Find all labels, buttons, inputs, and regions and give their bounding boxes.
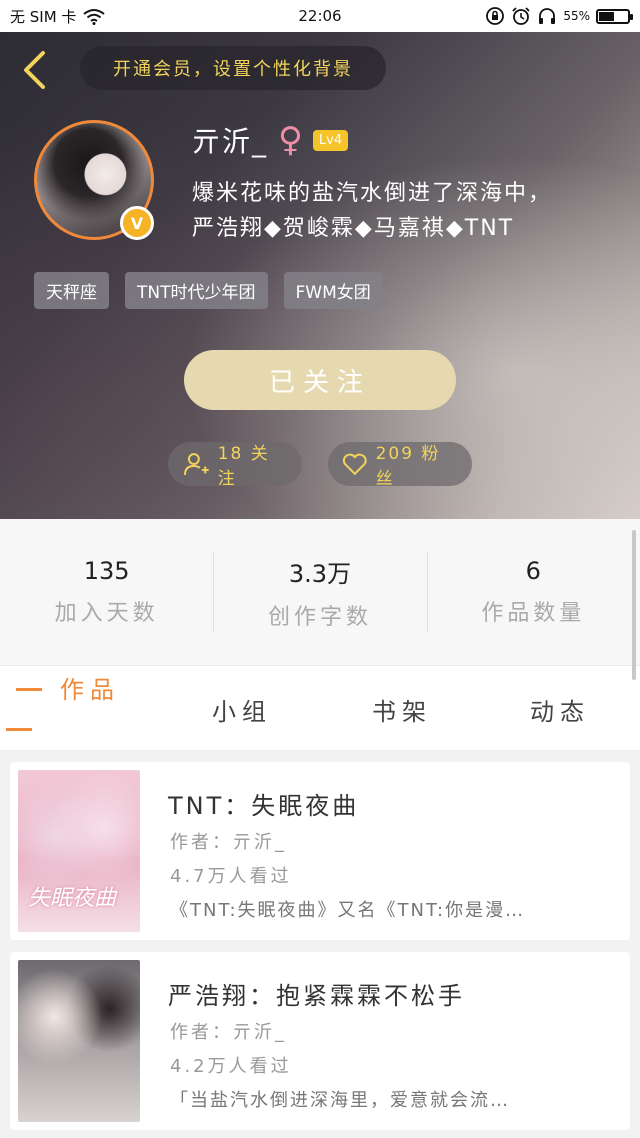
following-count: 18 关注 [217, 444, 270, 489]
battery-fill [599, 11, 615, 21]
bio: 爆米花味的盐汽水倒进了深海中， 严浩翔◆贺峻霖◆马嘉祺◆TNT [192, 176, 612, 246]
tab-bar: 作品 小组 书架 动态 [0, 665, 640, 751]
tab-works[interactable]: 作品 [60, 670, 120, 705]
work-views: 4.7万人看过 [170, 866, 292, 887]
following-button[interactable]: 18 关注 [168, 442, 302, 489]
stats-panel: 135 加入天数 3.3万 创作字数 6 作品数量 [0, 519, 640, 665]
heart-icon [342, 453, 367, 476]
vip-banner[interactable]: 开通会员，设置个性化背景 [80, 46, 386, 90]
work-title[interactable]: 严浩翔：抱紧霖霖不松手 [168, 976, 465, 1011]
verified-badge: V [120, 206, 154, 240]
stat-value: 6 [525, 557, 541, 585]
fans-count: 209 粉丝 [375, 444, 441, 489]
tab-indicator [16, 688, 42, 691]
bio-line-1: 爆米花味的盐汽水倒进了深海中， [192, 181, 553, 206]
back-button[interactable] [14, 50, 54, 90]
work-cover[interactable] [18, 960, 140, 1122]
work-cover[interactable]: 失眠夜曲 [18, 770, 140, 932]
work-description: 《TNT:失眠夜曲》又名《TNT:你是漫… [170, 900, 526, 921]
stat-word-count: 3.3万 创作字数 [213, 547, 426, 637]
tag-group[interactable]: TNT时代少年团 [125, 272, 268, 309]
stat-works-count: 6 作品数量 [426, 547, 640, 637]
lock-rotation-icon [486, 7, 505, 25]
tab-bookshelf[interactable]: 书架 [372, 692, 432, 727]
tag-group[interactable]: FWM女团 [283, 272, 383, 309]
username-row: 亓沂_ ♀ Lv4 [192, 120, 349, 160]
tab-indicator [6, 728, 32, 731]
username: 亓沂_ [192, 125, 269, 158]
wifi-icon [83, 9, 106, 25]
stat-label: 创作字数 [267, 604, 372, 630]
stat-join-days: 135 加入天数 [0, 547, 213, 637]
battery-icon [596, 8, 633, 24]
work-card[interactable]: 失眠夜曲 TNT：失眠夜曲 作者：亓沂_ 4.7万人看过 《TNT:失眠夜曲》又… [10, 762, 630, 940]
tab-activity[interactable]: 动态 [530, 692, 590, 727]
tag-zodiac[interactable]: 天秤座 [34, 272, 109, 309]
status-bar: 无 SIM 卡 22:06 55% [0, 0, 640, 32]
female-icon: ♀ [278, 120, 303, 160]
work-title[interactable]: TNT：失眠夜曲 [168, 786, 359, 821]
stat-label: 作品数量 [481, 601, 586, 626]
carrier-label: 无 SIM 卡 [10, 7, 77, 26]
stat-label: 加入天数 [54, 601, 159, 626]
headphones-icon [539, 8, 556, 24]
bio-line-2: 严浩翔◆贺峻霖◆马嘉祺◆TNT [192, 216, 515, 241]
work-card[interactable]: 严浩翔：抱紧霖霖不松手 作者：亓沂_ 4.2万人看过 「当盐汽水倒进深海里，爱意… [10, 952, 630, 1130]
profile-header: 开通会员，设置个性化背景 V 亓沂_ ♀ Lv4 爆米花味的盐汽水倒进了深海中，… [0, 32, 640, 519]
stat-value: 135 [83, 557, 130, 585]
add-user-icon [183, 453, 209, 475]
work-author: 作者：亓沂_ [170, 1022, 287, 1043]
work-views: 4.2万人看过 [170, 1056, 292, 1077]
tab-groups[interactable]: 小组 [212, 692, 272, 727]
chevron-left-icon [24, 51, 45, 89]
cover-title: 失眠夜曲 [28, 886, 117, 911]
stat-value: 3.3万 [288, 559, 352, 588]
battery-percent: 55% [563, 9, 590, 23]
alarm-icon [512, 7, 530, 25]
work-author: 作者：亓沂_ [170, 832, 287, 853]
fans-button[interactable]: 209 粉丝 [328, 442, 472, 489]
scrollbar[interactable] [632, 530, 636, 680]
tag-list: 天秤座 TNT时代少年团 FWM女团 [34, 272, 383, 309]
level-badge: Lv4 [312, 129, 349, 151]
follow-button[interactable]: 已关注 [184, 350, 456, 410]
work-description: 「当盐汽水倒进深海里，爱意就会流… [170, 1090, 510, 1111]
